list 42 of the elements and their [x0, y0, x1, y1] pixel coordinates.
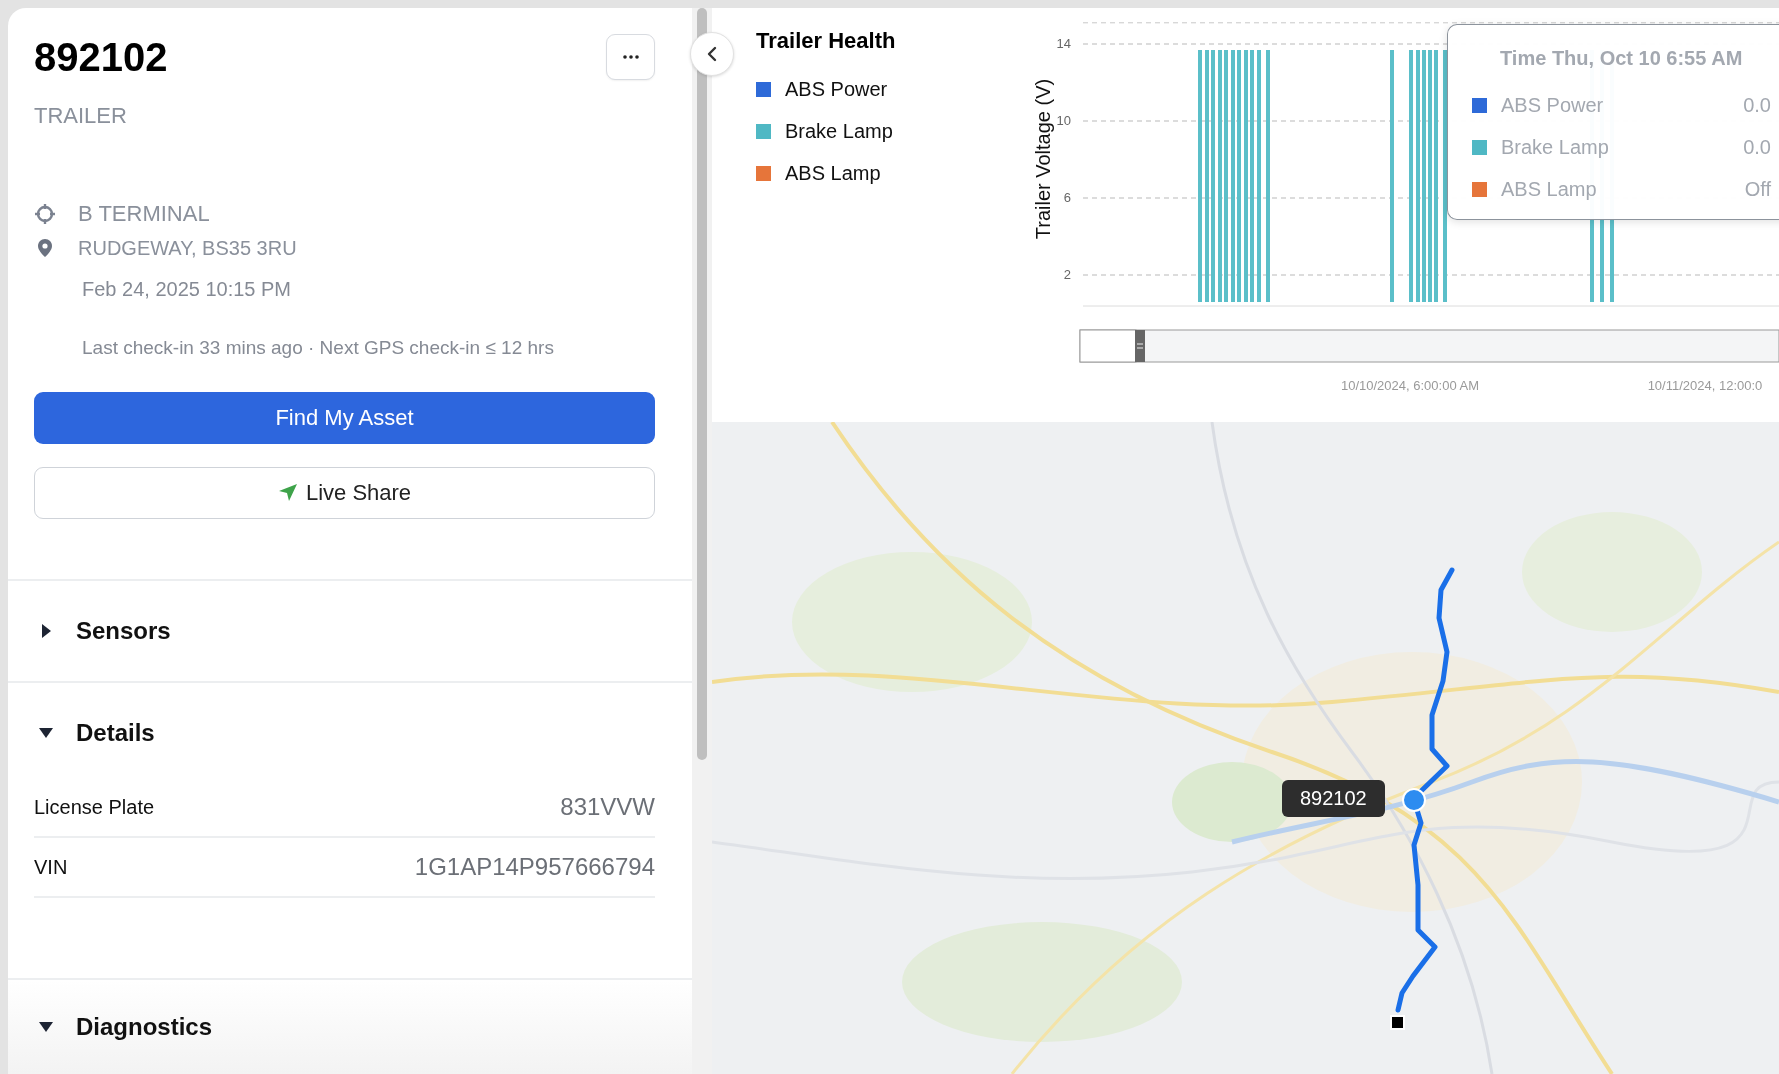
axis-tick-label: 2 — [1063, 267, 1071, 282]
more-icon — [622, 55, 639, 59]
terminal-icon — [34, 203, 56, 225]
more-button[interactable] — [606, 34, 655, 80]
address: RUDGEWAY, BS35 3RU — [78, 236, 297, 260]
tooltip-series: Brake Lamp — [1501, 135, 1610, 159]
timestamp: Feb 24, 2025 10:15 PM — [81, 277, 293, 302]
asset-type: TRAILER — [33, 102, 128, 130]
asset-title: 892102 — [34, 34, 168, 81]
tooltip-value: 0.0 — [1743, 135, 1772, 159]
field-value: 831VVW — [560, 793, 655, 821]
section-header[interactable]: Sensors — [8, 581, 692, 681]
tooltip-series: ABS Lamp — [1501, 177, 1598, 201]
range-navigator[interactable] — [1079, 329, 1779, 363]
marker-label: 892102 — [1282, 780, 1385, 817]
legend-item[interactable]: ABS Power — [756, 68, 1020, 110]
field-value: 1G1AP14P957666794 — [414, 853, 655, 881]
axis-tick-label: 10/11/2024, 12:00:0 — [1647, 378, 1763, 393]
send-arrow-icon — [277, 482, 298, 503]
end-marker — [1390, 1015, 1405, 1030]
axis-title: Trailer Voltage (V) — [1032, 78, 1054, 240]
terminal-name: B TERMINAL — [78, 201, 210, 227]
legend-item[interactable]: Brake Lamp — [756, 110, 1020, 152]
tooltip-series: ABS Power — [1501, 93, 1605, 117]
tooltip-value: Off — [1744, 177, 1772, 201]
tooltip-value: 0.0 — [1743, 93, 1772, 117]
legend-item[interactable]: ABS Lamp — [756, 152, 1020, 194]
chevron-left-icon — [707, 46, 717, 62]
chart-title: Trailer Health — [756, 28, 897, 54]
field-label: VIN — [34, 855, 68, 879]
tooltip-title: Time Thu, Oct 10 6:55 AM — [1500, 47, 1744, 70]
field-label: License Plate — [34, 795, 155, 819]
live-share-button[interactable]: Live Share — [34, 466, 655, 519]
find-asset-button[interactable]: Find My Asset — [34, 392, 655, 444]
scrollbar[interactable] — [697, 8, 707, 760]
axis-tick-label: 10 — [1056, 113, 1071, 128]
section-header[interactable]: Diagnostics — [8, 980, 692, 1074]
check-in-status: Last check-in 33 mins ago · Next GPS check-in ≤ 12 hrs — [81, 336, 555, 360]
axis-tick-label: 10/10/2024, 6:00:00 AM — [1340, 378, 1480, 393]
axis-tick-label: 14 — [1056, 36, 1071, 51]
section-header[interactable]: Details — [8, 683, 692, 783]
axis-tick-label: 6 — [1063, 190, 1071, 205]
